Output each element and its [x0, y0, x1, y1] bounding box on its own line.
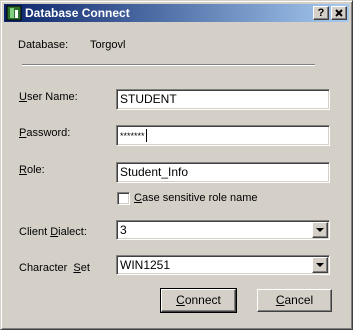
character-set-label: Character Set: [19, 262, 90, 274]
database-value: Torgovl: [90, 39, 126, 51]
character-set-value: WIN1251: [120, 258, 171, 272]
close-icon: [335, 9, 343, 17]
client-dialect-select[interactable]: 3: [116, 220, 330, 240]
help-button[interactable]: ?: [313, 6, 329, 20]
case-sensitive-label[interactable]: Case sensitive role name: [134, 192, 258, 204]
character-set-select[interactable]: WIN1251: [116, 255, 330, 275]
user-name-input[interactable]: STUDENT: [116, 89, 330, 110]
text-caret: [145, 129, 147, 142]
title-bar[interactable]: Database Connect ?: [4, 4, 349, 22]
database-connect-dialog: Database Connect ? Database: Torgovl Use…: [0, 0, 353, 330]
database-app-icon: [6, 5, 22, 21]
cancel-button[interactable]: Cancel: [257, 289, 332, 312]
close-button[interactable]: [331, 6, 347, 20]
client-dialect-dropdown-button[interactable]: [312, 222, 328, 238]
chevron-down-icon: [316, 228, 324, 232]
client-dialect-label: Client Dialect:: [19, 226, 87, 238]
case-sensitive-checkbox[interactable]: [117, 192, 130, 205]
password-label: Password:: [19, 127, 71, 139]
character-set-dropdown-button[interactable]: [312, 257, 328, 273]
connect-button[interactable]: Connect: [160, 288, 237, 313]
separator: [22, 64, 315, 66]
window-title: Database Connect: [25, 6, 130, 20]
client-dialect-value: 3: [120, 223, 127, 237]
role-input[interactable]: Student_Info: [116, 162, 330, 183]
password-input[interactable]: *******: [116, 125, 330, 146]
chevron-down-icon: [316, 263, 324, 267]
role-label: Role:: [19, 164, 45, 176]
database-label: Database:: [18, 39, 69, 51]
user-name-label: User Name:: [19, 91, 78, 103]
